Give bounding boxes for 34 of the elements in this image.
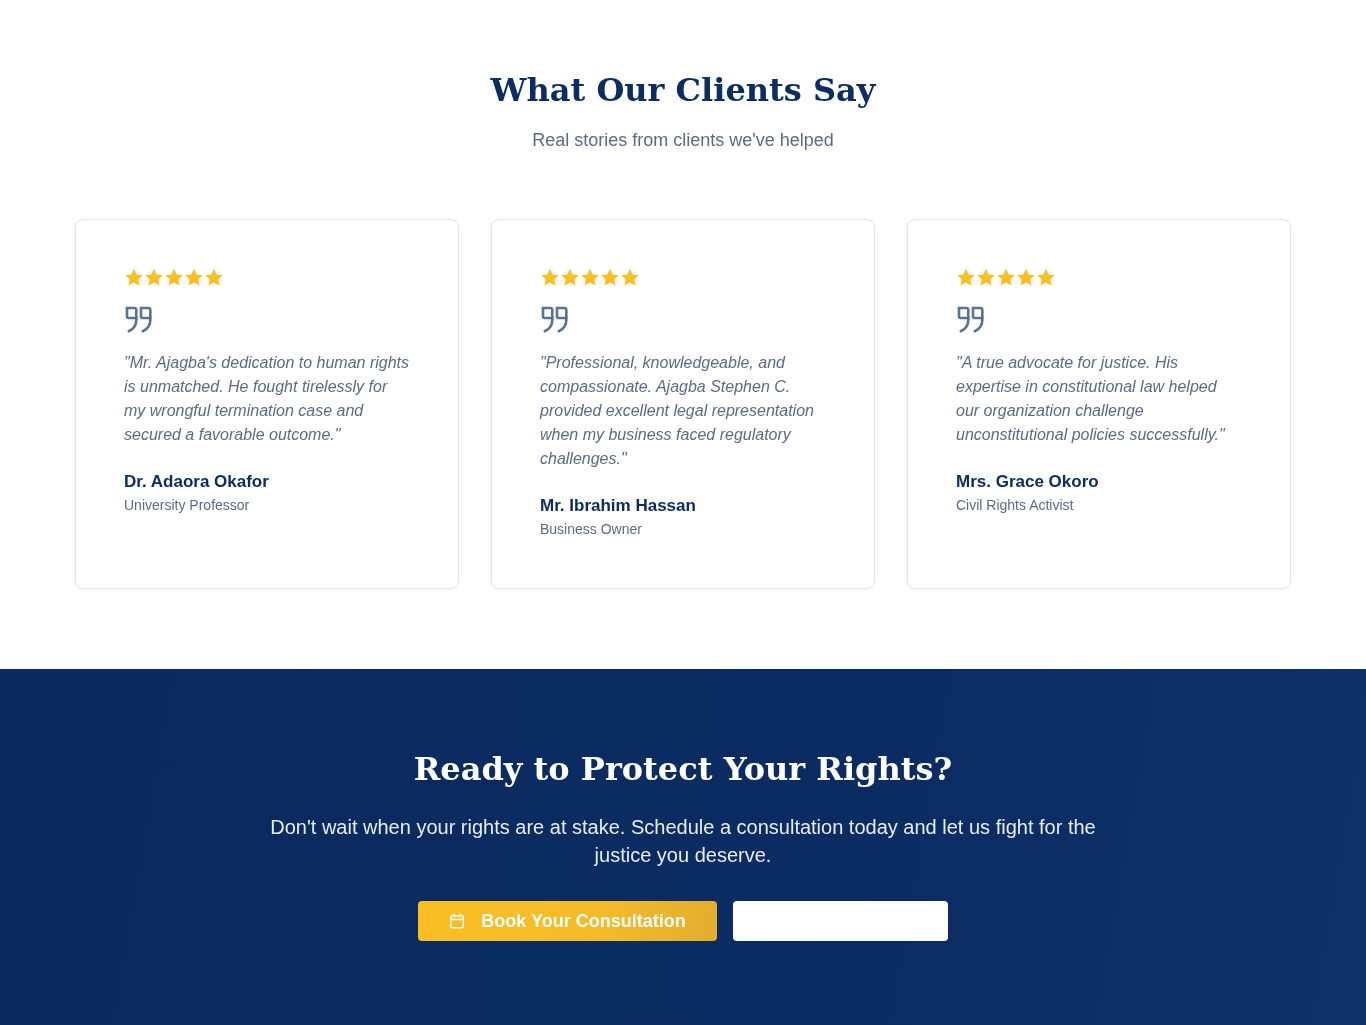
star-icon	[184, 268, 204, 287]
star-icon	[996, 268, 1016, 287]
star-icon	[976, 268, 996, 287]
testimonial-quote: "Mr. Ajagba's dedication to human rights is unmatched. He fought tirelessly for my wrongful termination case and secured a favorable outcome."	[124, 353, 411, 445]
star-icon	[600, 268, 620, 287]
star-icon	[144, 268, 164, 287]
book-consultation-button[interactable]: Book Your Consultation	[418, 901, 717, 941]
client-name: Dr. Adaora Okafor	[124, 471, 269, 493]
client-name: Mrs. Grace Okoro	[956, 471, 1099, 493]
testimonial-quote: "A true advocate for justice. His expertise in constitutional law helped our organization challenge unconstitutional policies successfully."	[956, 353, 1227, 445]
star-icon	[1016, 268, 1036, 287]
star-icon	[1036, 268, 1056, 287]
secondary-button[interactable]	[733, 901, 948, 941]
star-icon	[540, 268, 560, 287]
star-icon	[956, 268, 976, 287]
cta-text: Don't wait when your rights are at stake. Schedule a consultation today and let us fight for the justice you deserve.	[269, 815, 1097, 868]
client-role: University Professor	[124, 496, 250, 515]
section-title: What Our Clients Say	[490, 70, 876, 111]
star-icon	[580, 268, 600, 287]
star-icon	[204, 268, 224, 287]
calendar-icon	[449, 913, 466, 929]
quote-icon	[540, 305, 570, 333]
client-role: Civil Rights Activist	[956, 496, 1074, 515]
quote-icon	[124, 305, 154, 333]
quote-icon	[956, 305, 986, 333]
client-name: Mr. Ibrahim Hassan	[540, 495, 696, 517]
star-icon	[620, 268, 640, 287]
star-icon	[164, 268, 184, 287]
testimonial-quote: "Professional, knowledgeable, and compassionate. Ajagba Stephen C. provided excellent legal representation when my business faced regulatory challenges."	[540, 353, 815, 469]
star-icon	[124, 268, 144, 287]
cta-title: Ready to Protect Your Rights?	[413, 749, 953, 790]
client-role: Business Owner	[540, 520, 642, 539]
star-icon	[560, 268, 580, 287]
section-subtitle: Real stories from clients we've helped	[532, 129, 834, 152]
